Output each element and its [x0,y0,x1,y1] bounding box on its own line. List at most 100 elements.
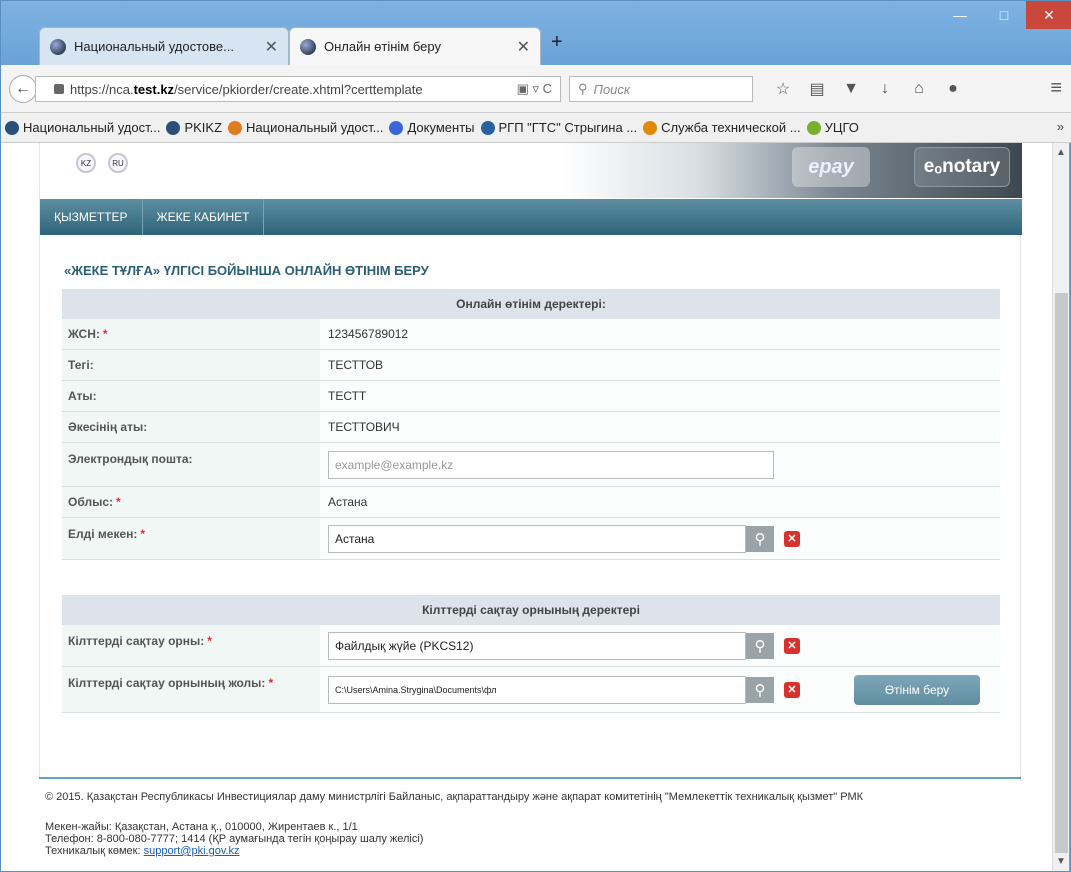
pocket-icon[interactable]: ▼ [839,77,863,101]
row-email: Электрондық пошта: example@example.kz [62,443,1000,487]
tab-label: Онлайн өтінім беру [324,39,441,54]
globe-icon [50,38,66,55]
row-iin: ЖСН: * 123456789012 [62,319,1000,350]
lang-ru-button[interactable]: RU [108,153,128,173]
footer-phone: Телефон: 8-800-080-7777; 1414 (ҚР аумағы… [45,833,424,845]
bookmark-item[interactable]: РГП "ГТС" Стрыгина ... [480,120,638,135]
name-value: ТЕСТТ [320,381,1000,411]
surname-value: ТЕСТТОВ [320,350,1000,380]
bookmarks-overflow-icon[interactable]: » [1057,119,1064,134]
nav-personal-cabinet[interactable]: ЖЕКЕ КАБИНЕТ [143,199,265,235]
row-storage-path: Кілттерді сақтау орнының жолы: * C:\Users… [62,667,1000,713]
vertical-scrollbar[interactable]: ▲ ▼ [1052,143,1069,871]
footer-support: Техникалық көмек: support@pki.gov.kz [45,845,240,857]
iin-label: ЖСН: * [68,327,108,341]
minimize-icon[interactable]: — [938,1,982,29]
patronymic-value: ТЕСТТОВИЧ [320,412,1000,442]
row-storage: Кілттерді сақтау орны: * Файлдық жүйе (PK… [62,625,1000,667]
bookmark-icon [228,120,243,135]
scroll-down-icon[interactable]: ▼ [1056,856,1066,867]
bookmark-item[interactable]: Служба технической ... [643,120,801,135]
bookmark-icon [5,120,19,135]
tab-online-application[interactable]: Онлайн өтінім беру ✕ [289,27,541,65]
enotary-logo: eₒnotary [914,147,1010,187]
row-locality: Елді мекен: * Астана ⚲ ✕ [62,518,1000,560]
patronymic-label: Әкесінің аты: [68,420,148,434]
path-label: Кілттерді сақтау орнының жолы: * [68,676,274,690]
footer-copyright: © 2015. Қазақстан Республикасы Инвестици… [45,791,864,803]
row-name: Аты: ТЕСТТ [62,381,1000,412]
path-clear-icon[interactable]: ✕ [784,681,800,698]
locality-clear-icon[interactable]: ✕ [784,530,800,547]
locality-search-icon[interactable]: ⚲ [746,525,774,552]
search-placeholder: Поиск [593,81,631,97]
footer: © 2015. Қазақстан Республикасы Инвестици… [39,777,1021,871]
iin-value: 123456789012 [320,319,1000,349]
browser-window: — □ ✕ Национальный удостове... ✕ Онлайн … [0,0,1071,872]
bookmark-item[interactable]: Документы [389,120,475,135]
path-field[interactable]: C:\Users\Amina.Strygina\Documents\фл [328,675,746,704]
support-email-link[interactable]: support@pki.gov.kz [144,845,240,857]
menu-icon[interactable]: ≡ [1050,77,1062,100]
bookmark-icon [389,120,404,135]
bookmark-icon [480,120,495,135]
download-icon[interactable]: ↓ [873,77,897,101]
lock-icon [54,84,64,94]
main-nav: ҚЫЗМЕТТЕР ЖЕКЕ КАБИНЕТ [40,199,1022,235]
section-header-keystore: Кілттерді сақтау орнының деректері [62,595,1000,625]
close-tab-icon[interactable]: ✕ [265,37,278,57]
email-cell: example@example.kz [320,443,1000,486]
url-suffix: /service/pkiorder/create.xhtml?certtempl… [174,81,423,97]
bookmarks-bar: Национальный удост... PKIKZ Национальный… [1,113,1071,143]
maximize-icon[interactable]: □ [982,1,1026,29]
bookmark-item[interactable]: Национальный удост... [5,120,160,135]
email-field[interactable]: example@example.kz [328,450,774,479]
title-bar: — □ ✕ Национальный удостове... ✕ Онлайн … [1,1,1071,67]
bookmark-label: РГП "ГТС" Стрыгина ... [498,120,638,135]
row-surname: Тегі: ТЕСТТОВ [62,350,1000,381]
star-icon[interactable]: ☆ [771,77,795,101]
submit-application-button[interactable]: Өтінім беру [854,674,980,705]
lang-kz-button[interactable]: KZ [76,153,96,173]
email-label: Электрондық пошта: [68,452,193,466]
storage-cell: Файлдық жүйе (PKCS12) ⚲ ✕ [320,625,1000,666]
bookmark-icon [806,120,821,135]
surname-label: Тегі: [68,358,94,372]
bookmark-label: УЦГО [824,120,859,135]
nav-services[interactable]: ҚЫЗМЕТТЕР [40,199,143,235]
section-header-application: Онлайн өтінім деректері: [62,289,1000,319]
scroll-up-icon[interactable]: ▲ [1056,147,1066,158]
search-input[interactable]: ⚲ Поиск [569,76,753,102]
path-search-icon[interactable]: ⚲ [746,676,774,703]
region-label: Облыс: * [68,495,121,509]
page-content: epay eₒnotary KZ RU ҚЫЗМЕТТЕР ЖЕКЕ КАБИН… [1,143,1054,871]
storage-label: Кілттерді сақтау орны: * [68,634,212,648]
path-cell: C:\Users\Amina.Strygina\Documents\фл ⚲ ✕… [320,667,1000,712]
home-icon[interactable]: ⌂ [907,77,931,101]
epay-logo: epay [792,147,870,187]
footer-address: Мекен-жайы: Қазақстан, Астана қ., 010000… [45,821,358,833]
scrollbar-thumb[interactable] [1055,293,1068,853]
bookmark-item[interactable]: PKIKZ [166,120,222,135]
storage-search-icon[interactable]: ⚲ [746,632,774,659]
bookmark-item[interactable]: Национальный удост... [228,120,383,135]
region-value: Астана [320,487,1000,517]
new-tab-button[interactable]: + [551,31,563,54]
bookmark-item[interactable]: УЦГО [806,120,859,135]
storage-field[interactable]: Файлдық жүйе (PKCS12) [328,631,746,660]
close-icon[interactable]: ✕ [1026,1,1071,29]
tab-national-ca[interactable]: Национальный удостове... ✕ [39,27,289,65]
reader-reload-icons[interactable]: ▣ ▿ C [517,81,552,97]
tab-label: Национальный удостове... [74,39,234,54]
storage-clear-icon[interactable]: ✕ [784,637,800,654]
locality-field[interactable]: Астана [328,524,746,553]
back-button[interactable]: ← [9,75,37,103]
reading-list-icon[interactable]: ▤ [805,77,829,101]
page-container: epay eₒnotary KZ RU ҚЫЗМЕТТЕР ЖЕКЕ КАБИН… [39,143,1022,871]
bookmark-label: Документы [407,120,475,135]
close-tab-icon[interactable]: ✕ [517,37,530,57]
url-bar[interactable]: https://nca. test.kz/service/pkiorder/cre… [35,76,561,102]
bookmark-icon [166,120,181,135]
chat-icon[interactable]: ● [941,77,965,101]
name-label: Аты: [68,389,97,403]
